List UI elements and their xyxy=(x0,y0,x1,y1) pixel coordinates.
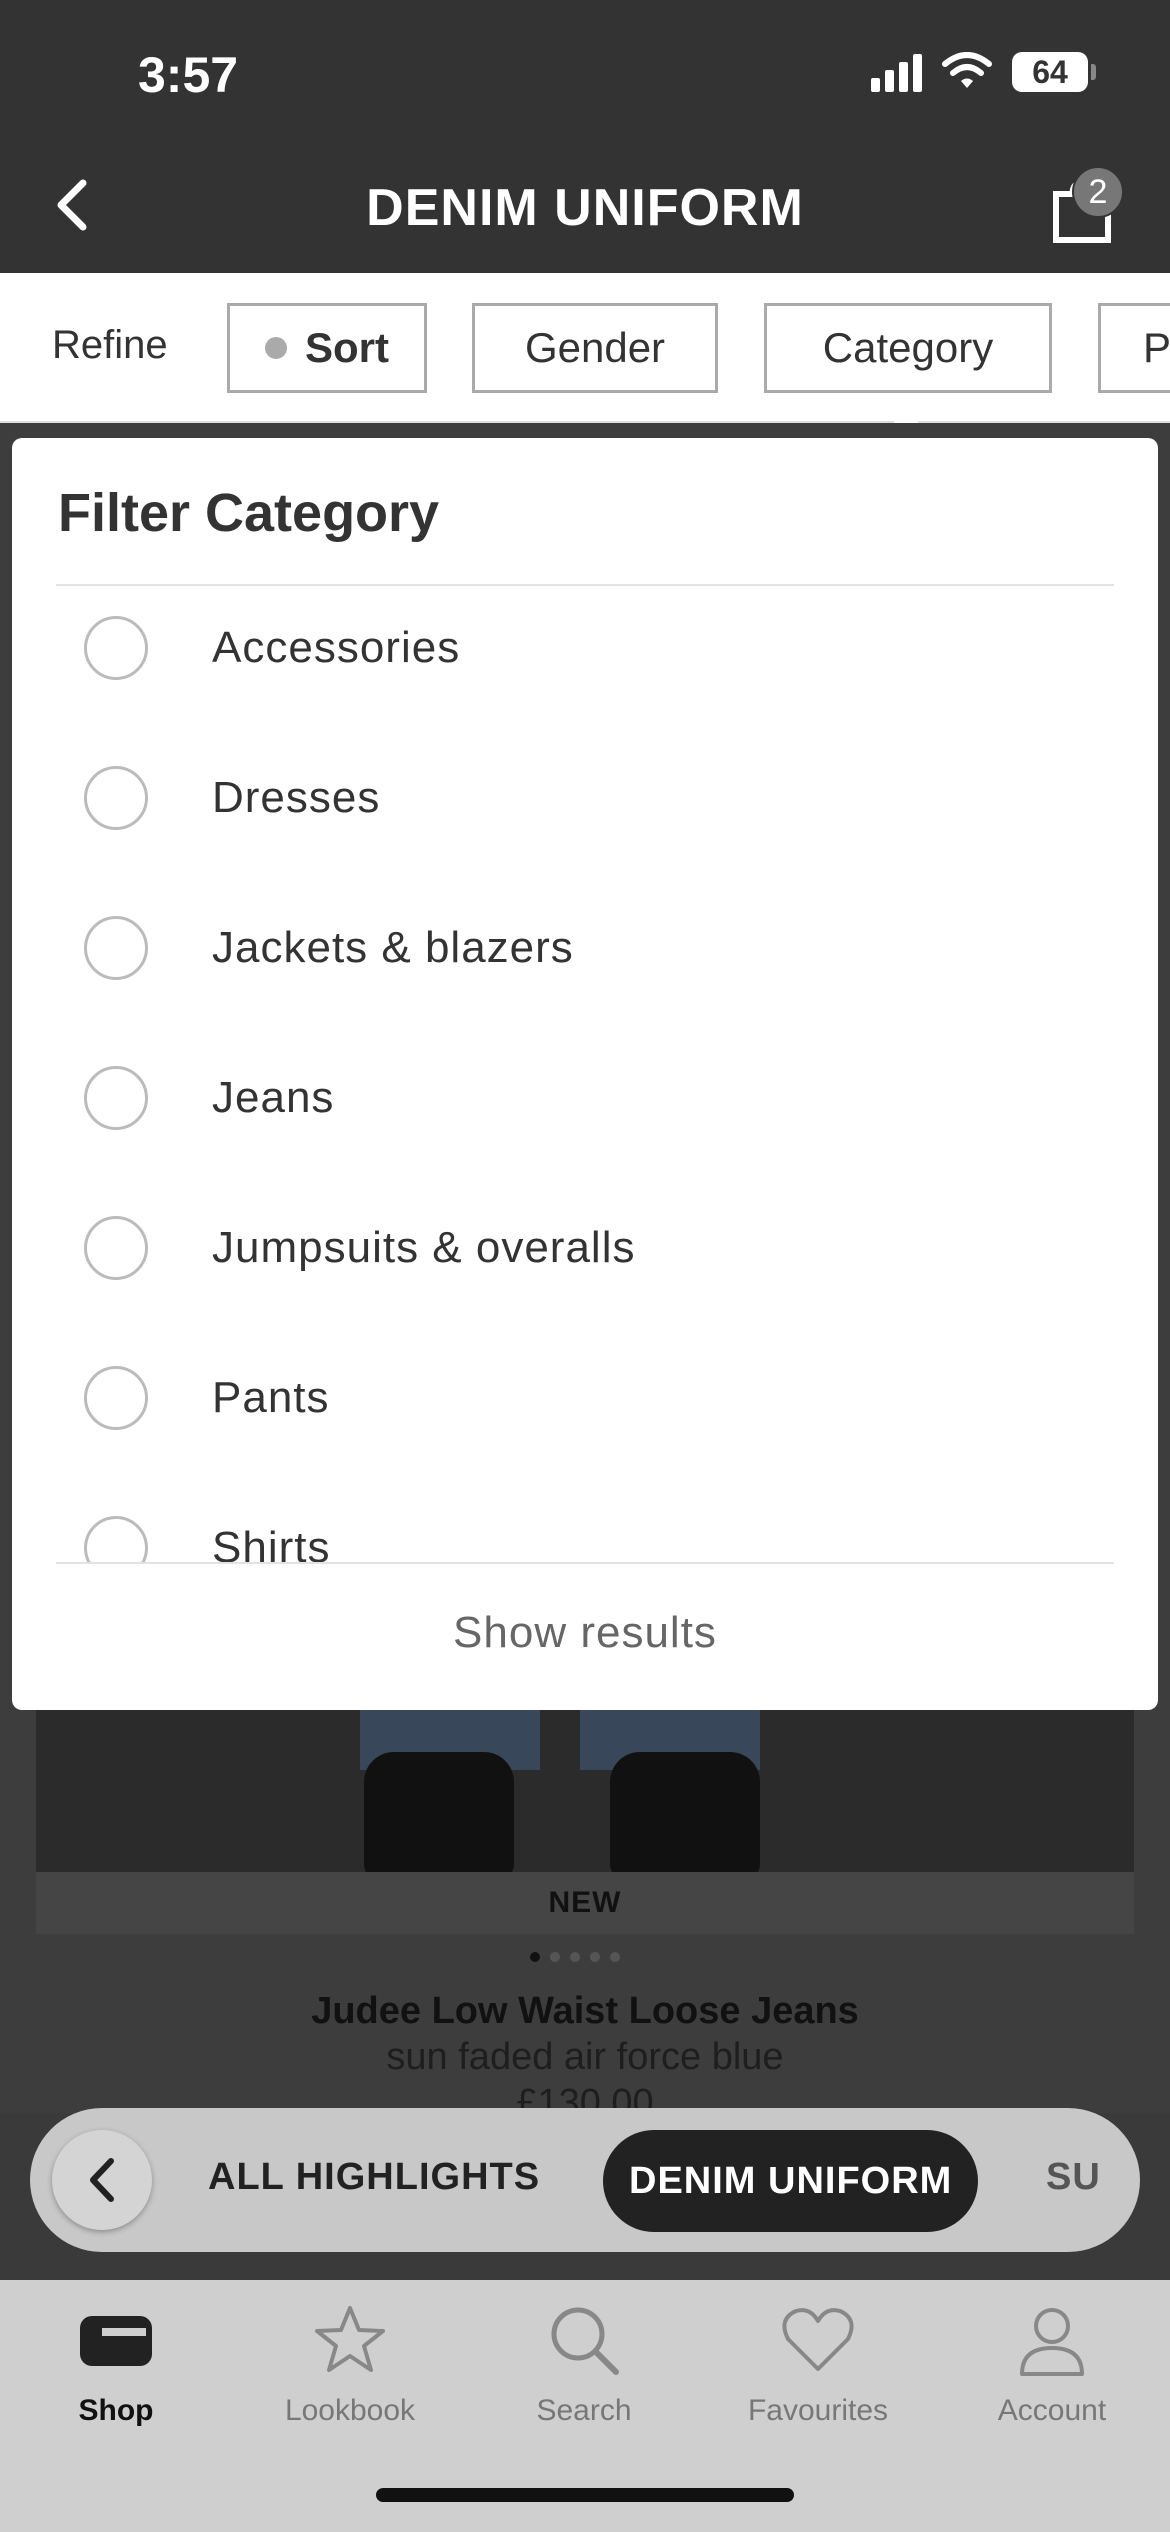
battery-icon: 64 xyxy=(1012,52,1096,92)
battery-level: 64 xyxy=(1032,53,1068,90)
shop-icon xyxy=(76,2300,156,2380)
show-results-button[interactable]: Show results xyxy=(12,1608,1158,1658)
radio-button[interactable] xyxy=(84,1516,148,1562)
signal-icon xyxy=(871,52,922,92)
new-badge: NEW xyxy=(36,1872,1134,1934)
radio-button[interactable] xyxy=(84,766,148,830)
star-icon xyxy=(310,2300,390,2380)
filter-category-panel: Filter Category Accessories Dresses Jack… xyxy=(12,438,1158,1710)
option-jumpsuits-overalls[interactable]: Jumpsuits & overalls xyxy=(84,1198,635,1298)
radio-button[interactable] xyxy=(84,616,148,680)
refine-strip: Refine Sort Gender Category P xyxy=(0,273,1170,423)
radio-button[interactable] xyxy=(84,1366,148,1430)
radio-button[interactable] xyxy=(84,916,148,980)
tab-label: Search xyxy=(536,2394,632,2427)
filter-title: Filter Category xyxy=(58,483,440,543)
home-indicator[interactable] xyxy=(376,2488,794,2502)
option-accessories[interactable]: Accessories xyxy=(84,598,460,698)
tab-lookbook[interactable]: Lookbook xyxy=(250,2300,450,2428)
option-label: Dresses xyxy=(212,773,381,822)
bag-count-badge: 2 xyxy=(1072,166,1124,218)
wifi-icon xyxy=(942,52,992,88)
sort-chip[interactable]: Sort xyxy=(227,303,427,393)
chevron-left-icon xyxy=(90,2158,114,2202)
search-icon xyxy=(544,2300,624,2380)
tab-favourites[interactable]: Favourites xyxy=(718,2300,918,2428)
nav-bar: DENIM UNIFORM 2 xyxy=(0,140,1170,273)
person-icon xyxy=(1012,2300,1092,2380)
tab-shop[interactable]: Shop xyxy=(16,2300,216,2428)
status-bar: 3:57 64 xyxy=(0,0,1170,140)
option-label: Jackets & blazers xyxy=(212,923,574,972)
refine-label: Refine xyxy=(52,323,168,367)
divider xyxy=(56,1562,1114,1564)
highlights-back-button[interactable] xyxy=(52,2130,152,2230)
highlights-bar: ALL HIGHLIGHTS DENIM UNIFORM SU xyxy=(30,2108,1140,2252)
status-icons: 64 xyxy=(871,52,1096,92)
product-name[interactable]: Judee Low Waist Loose Jeans xyxy=(0,1990,1170,2033)
page-title: DENIM UNIFORM xyxy=(366,179,804,237)
radio-button[interactable] xyxy=(84,1066,148,1130)
option-label: Accessories xyxy=(212,623,461,672)
shoe xyxy=(364,1752,514,1882)
highlight-denim-uniform[interactable]: DENIM UNIFORM xyxy=(603,2130,979,2232)
tab-label: Account xyxy=(997,2394,1107,2427)
radio-button[interactable] xyxy=(84,1216,148,1280)
sort-chip-label: Sort xyxy=(305,324,389,371)
option-jackets-blazers[interactable]: Jackets & blazers xyxy=(84,898,574,998)
tab-search[interactable]: Search xyxy=(484,2300,684,2428)
option-label: Jeans xyxy=(212,1073,335,1122)
option-pants[interactable]: Pants xyxy=(84,1348,330,1448)
option-dresses[interactable]: Dresses xyxy=(84,748,380,848)
category-chip[interactable]: Category xyxy=(764,303,1052,393)
tab-label: Lookbook xyxy=(284,2394,416,2427)
status-time: 3:57 xyxy=(138,47,239,103)
gender-chip[interactable]: Gender xyxy=(472,303,718,393)
option-label: Shirts xyxy=(212,1523,331,1562)
pager-dot xyxy=(550,1952,560,1962)
option-jeans[interactable]: Jeans xyxy=(84,1048,334,1148)
sort-indicator-dot xyxy=(265,337,287,359)
tab-label: Shop xyxy=(78,2394,154,2427)
pager-dot xyxy=(610,1952,620,1962)
highlight-all[interactable]: ALL HIGHLIGHTS xyxy=(208,2156,540,2199)
option-label: Jumpsuits & overalls xyxy=(212,1223,636,1272)
tab-account[interactable]: Account xyxy=(952,2300,1152,2428)
pager-dot xyxy=(570,1952,580,1962)
pager-dot xyxy=(530,1952,540,1962)
shoe xyxy=(610,1752,760,1882)
option-label: Pants xyxy=(212,1373,330,1422)
pager-dot xyxy=(590,1952,600,1962)
image-pager[interactable] xyxy=(530,1952,620,1962)
product-color: sun faded air force blue xyxy=(386,2036,784,2078)
option-shirts[interactable]: Shirts xyxy=(84,1498,330,1562)
options-list[interactable]: Accessories Dresses Jackets & blazers Je… xyxy=(12,586,1158,1562)
price-chip[interactable]: P xyxy=(1098,303,1170,393)
heart-icon xyxy=(778,2300,858,2380)
tab-label: Favourites xyxy=(747,2394,889,2427)
highlight-next[interactable]: SU xyxy=(1046,2156,1101,2199)
